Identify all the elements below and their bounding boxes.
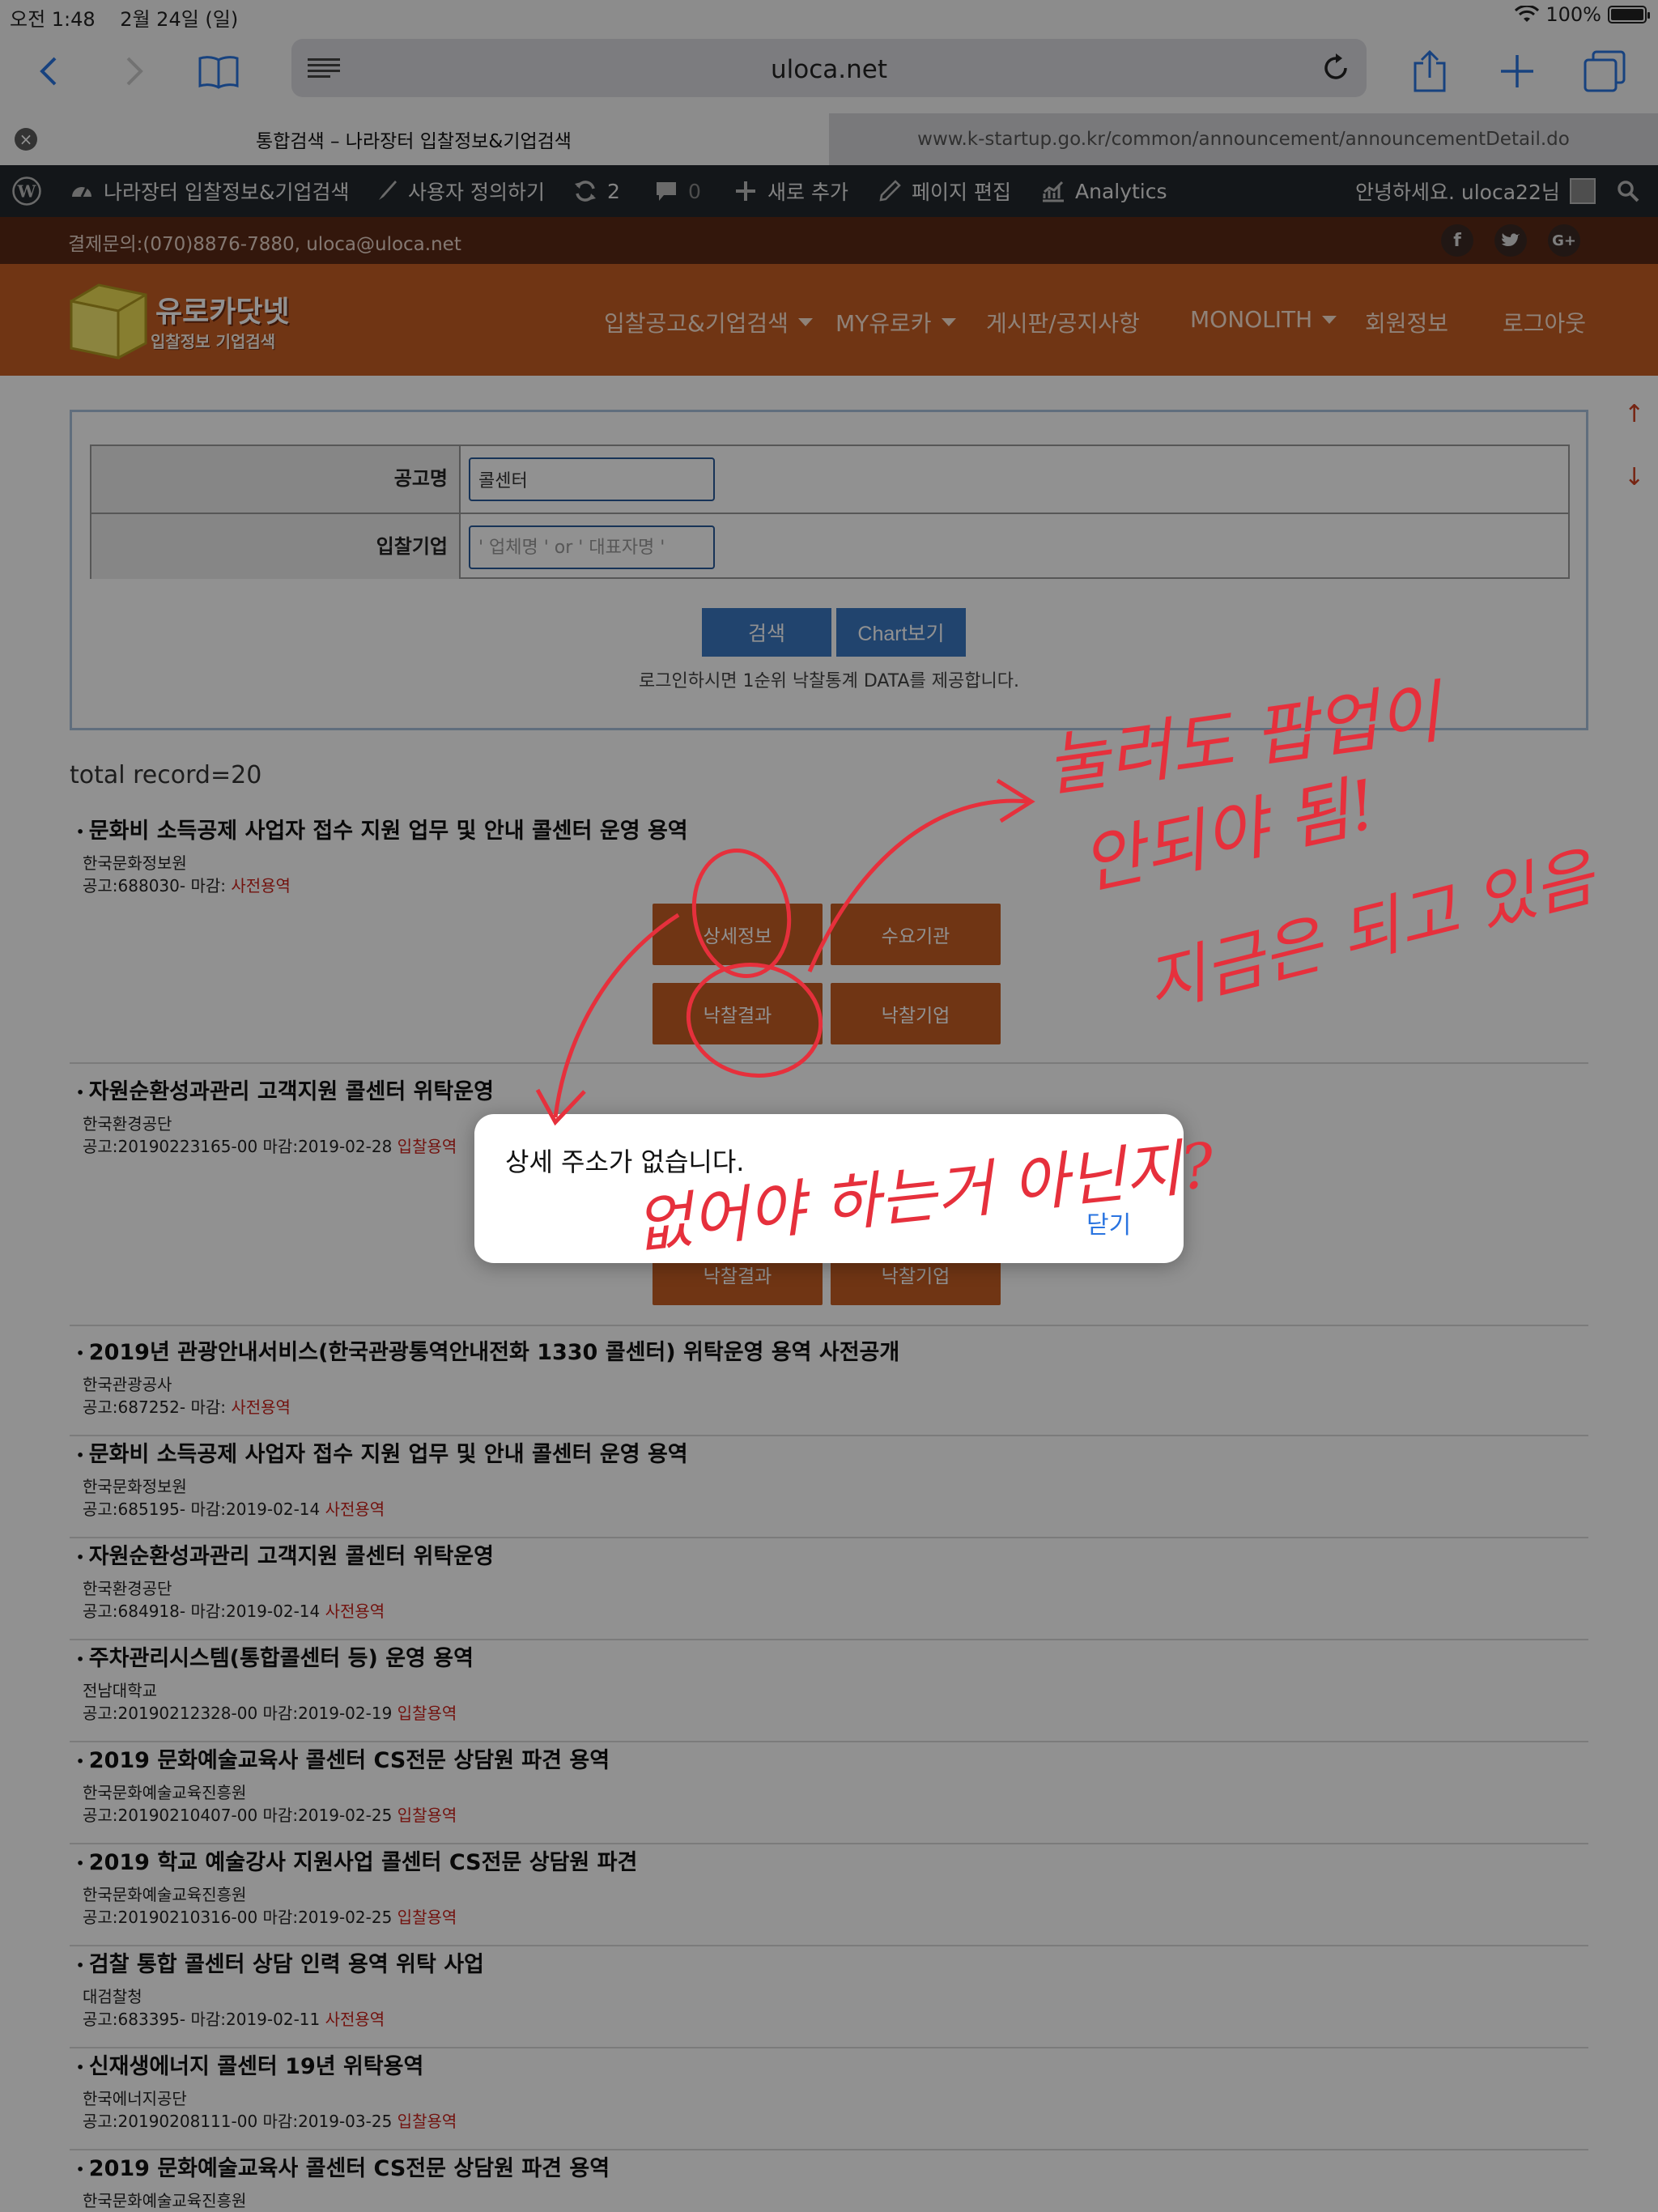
- modal-backdrop[interactable]: [0, 0, 1658, 2212]
